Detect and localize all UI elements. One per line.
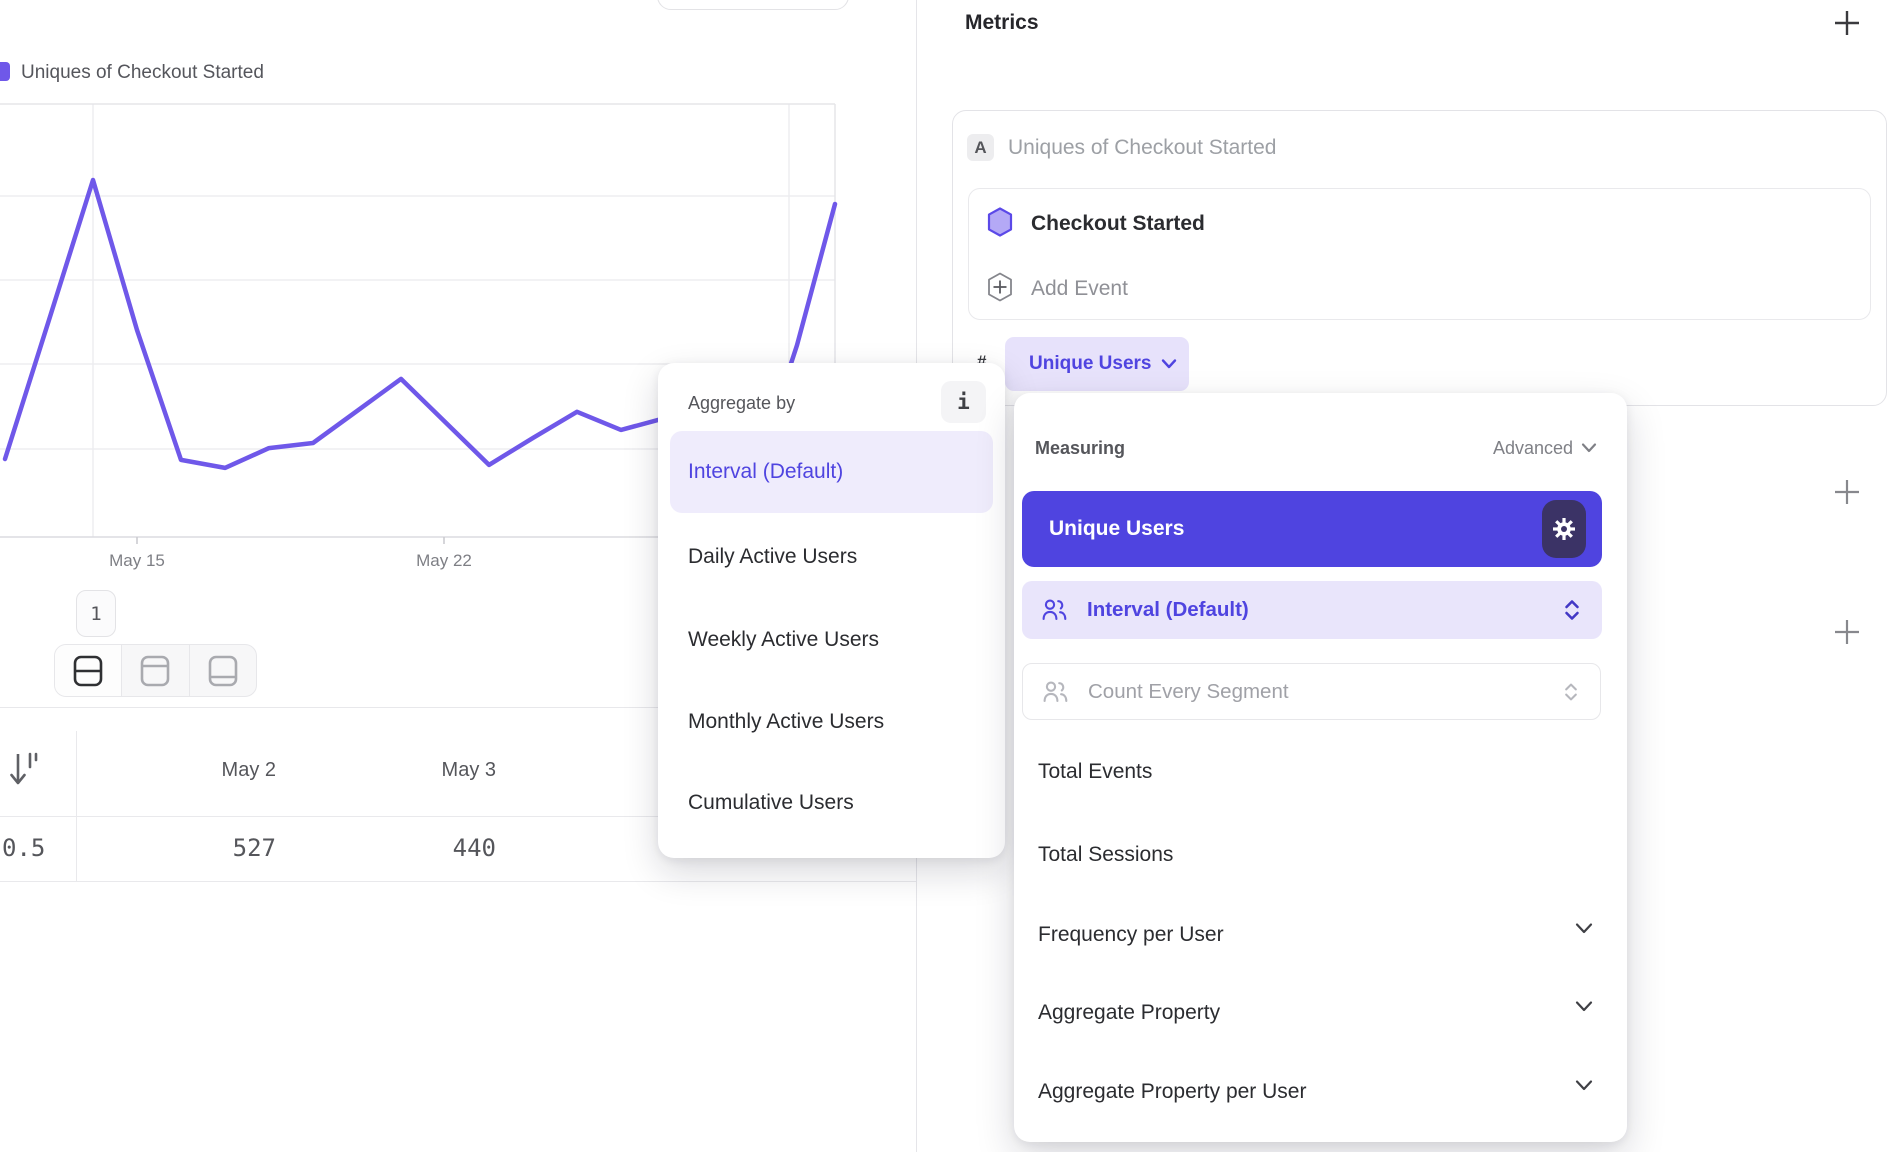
advanced-label: Advanced (1493, 438, 1573, 459)
add-event-hexagon-icon (987, 272, 1013, 302)
measuring-menu: Measuring Advanced Unique Users (1014, 393, 1627, 1142)
aggregate-by-title: Aggregate by (688, 391, 795, 415)
split-horizontal-icon (73, 655, 103, 687)
x-axis-label: May 15 (92, 551, 182, 571)
measurement-chip[interactable]: Unique Users (1005, 337, 1189, 391)
interval-select-value: Interval (Default) (1087, 598, 1249, 622)
unfold-stepper-icon (1564, 599, 1580, 621)
event-name[interactable]: Checkout Started (1031, 211, 1205, 237)
chevron-down-icon (1161, 358, 1177, 370)
table-header-cell[interactable]: May 2 (96, 748, 276, 792)
table-cell: 440 (316, 826, 496, 870)
measuring-title: Measuring (1035, 436, 1125, 460)
selected-measurement-label: Unique Users (1049, 517, 1184, 541)
table-bottom-icon (208, 655, 238, 687)
measuring-option-aggregate-property-per-user[interactable]: Aggregate Property per User (1038, 1077, 1558, 1107)
layout-toggle-group (54, 644, 257, 697)
menu-item-cumulative-users[interactable]: Cumulative Users (688, 788, 988, 818)
info-icon[interactable]: i (941, 381, 986, 423)
segment-count-select[interactable]: Count Every Segment (1022, 663, 1601, 720)
menu-item-daily-active-users[interactable]: Daily Active Users (688, 542, 988, 572)
advanced-toggle[interactable]: Advanced (1493, 436, 1597, 460)
sort-descending-icon[interactable] (10, 750, 38, 790)
layout-table-only-button[interactable] (189, 645, 256, 696)
x-axis-label: May 22 (399, 551, 489, 571)
add-event-button[interactable]: Add Event (1031, 276, 1128, 302)
menu-item-weekly-active-users[interactable]: Weekly Active Users (688, 625, 988, 655)
measuring-option-total-sessions[interactable]: Total Sessions (1038, 840, 1558, 870)
analytics-app-screen: Uniques of Checkout Started May 15 May 2… (0, 0, 1898, 1152)
metrics-panel-title: Metrics (965, 8, 1039, 38)
chevron-down-icon (1575, 922, 1593, 935)
unfold-stepper-icon (1564, 682, 1578, 702)
menu-item-interval-default[interactable]: Interval (Default) (670, 431, 993, 513)
measuring-option-unique-users[interactable]: Unique Users (1022, 491, 1602, 567)
users-icon (1043, 681, 1068, 703)
users-icon (1042, 599, 1067, 621)
measurement-chip-label: Unique Users (1029, 353, 1151, 375)
chevron-down-icon (1575, 1079, 1593, 1092)
table-row-label: 0.5 (2, 826, 62, 870)
measuring-option-frequency-per-user[interactable]: Frequency per User (1038, 920, 1558, 950)
metric-card-title[interactable]: Uniques of Checkout Started (1008, 134, 1277, 161)
menu-item-monthly-active-users[interactable]: Monthly Active Users (688, 707, 988, 737)
table-header-cell[interactable]: May 3 (316, 748, 496, 792)
chart-axis-ticks (137, 537, 444, 544)
measuring-option-aggregate-property[interactable]: Aggregate Property (1038, 998, 1558, 1028)
layout-split-horizontal-button[interactable] (55, 645, 121, 696)
chevron-down-icon (1581, 442, 1597, 454)
gear-icon (1550, 515, 1578, 543)
add-breakdown-icon[interactable] (1833, 618, 1861, 646)
metric-letter-badge: A (967, 134, 994, 161)
table-row-separator (0, 881, 916, 882)
chart-top-icon (140, 655, 170, 687)
table-cell: 527 (96, 826, 276, 870)
table-column-divider (76, 731, 77, 881)
aggregate-by-menu: Aggregate by i Interval (Default) Daily … (658, 363, 1005, 858)
segment-count-value: Count Every Segment (1088, 680, 1289, 704)
add-filter-icon[interactable] (1833, 478, 1861, 506)
add-metric-icon[interactable] (1833, 9, 1861, 37)
measurement-settings-button[interactable] (1542, 500, 1586, 558)
pagination-page-button[interactable]: 1 (76, 590, 116, 637)
measuring-option-total-events[interactable]: Total Events (1038, 757, 1558, 787)
chevron-down-icon (1575, 1000, 1593, 1013)
menu-item-label: Interval (Default) (688, 460, 843, 484)
segmentation-interval-select[interactable]: Interval (Default) (1022, 581, 1602, 639)
event-hexagon-icon (987, 207, 1013, 237)
layout-chart-only-button[interactable] (121, 645, 188, 696)
